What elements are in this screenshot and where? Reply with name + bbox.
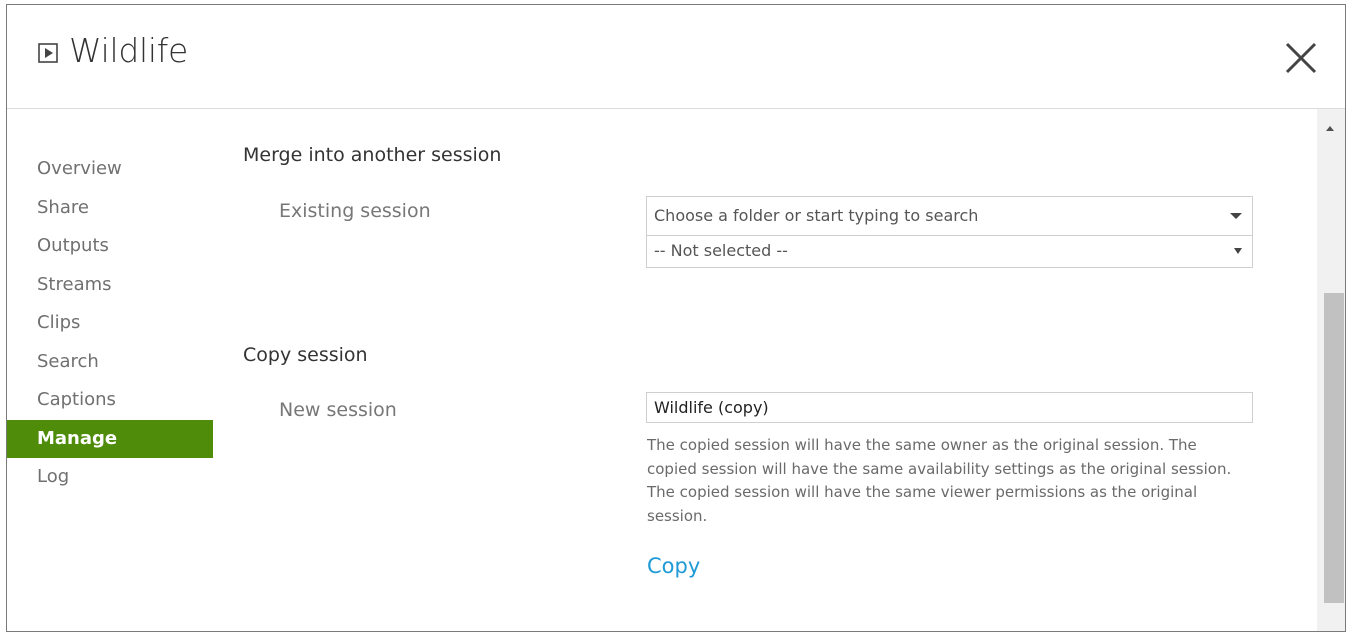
page-title: Wildlife (69, 31, 189, 70)
sidebar-item-share[interactable]: Share (7, 189, 213, 228)
scrollbar[interactable] (1317, 109, 1345, 631)
folder-search-dropdown[interactable]: Choose a folder or start typing to searc… (646, 196, 1253, 236)
manage-content: Merge into another session Existing sess… (243, 109, 1315, 631)
new-session-name-input[interactable] (646, 392, 1253, 423)
scroll-up-icon[interactable] (1326, 126, 1334, 131)
sidebar-item-log[interactable]: Log (7, 458, 213, 497)
session-settings-dialog: Wildlife Overview Share Outputs Streams … (6, 4, 1346, 632)
play-box-icon (38, 43, 58, 63)
dialog-header: Wildlife (7, 5, 1345, 109)
sidebar-nav: Overview Share Outputs Streams Clips Sea… (7, 150, 213, 497)
chevron-down-icon (1230, 213, 1242, 219)
sidebar-item-captions[interactable]: Captions (7, 381, 213, 420)
existing-session-label: Existing session (279, 200, 431, 222)
folder-search-placeholder: Choose a folder or start typing to searc… (654, 206, 979, 225)
sidebar-item-outputs[interactable]: Outputs (7, 227, 213, 266)
close-icon[interactable] (1281, 38, 1321, 78)
sidebar-item-manage[interactable]: Manage (7, 419, 213, 458)
session-select-value: -- Not selected -- (654, 241, 788, 260)
copy-help-text: The copied session will have the same ow… (647, 436, 1232, 525)
sidebar-item-overview[interactable]: Overview (7, 150, 213, 189)
sidebar-item-search[interactable]: Search (7, 343, 213, 382)
copy-section-title: Copy session (243, 344, 368, 366)
chevron-down-icon (1234, 248, 1242, 254)
session-select[interactable]: -- Not selected -- (646, 236, 1253, 268)
copy-button[interactable]: Copy (647, 554, 700, 578)
scrollbar-thumb[interactable] (1324, 293, 1344, 603)
merge-section-title: Merge into another session (243, 144, 502, 166)
new-session-label: New session (279, 399, 397, 421)
sidebar-item-streams[interactable]: Streams (7, 266, 213, 305)
sidebar-item-clips[interactable]: Clips (7, 304, 213, 343)
